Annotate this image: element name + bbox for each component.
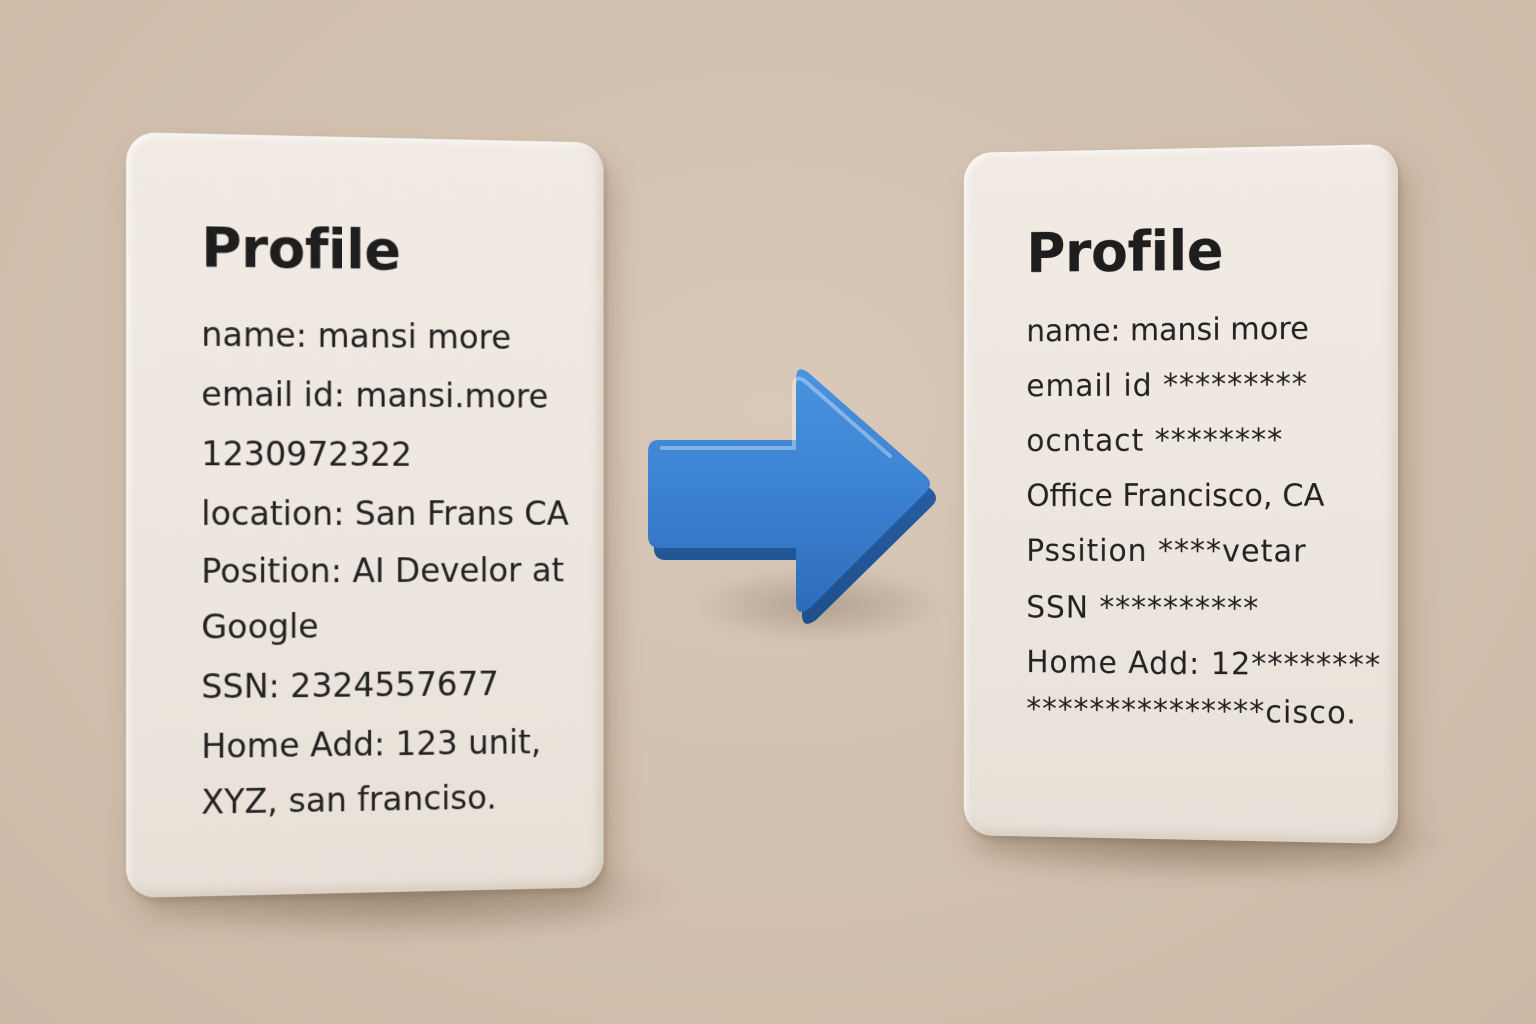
masked-location-field: Office Francisco, CA <box>1026 478 1325 514</box>
masked-home-address-field-cont: ***************cisco. <box>1026 691 1357 732</box>
right-arrow-icon <box>648 369 936 624</box>
original-profile-card: Profile name: mansi more email id: mansi… <box>126 132 604 898</box>
masked-position-field: Pssition ****vetar <box>1026 533 1307 570</box>
original-position-field: Position: AI Develor at <box>201 551 565 592</box>
original-position-field-cont: Google <box>201 606 319 648</box>
original-ssn-field: SSN: 2324557677 <box>201 664 499 708</box>
masked-profile-title: Profile <box>1026 218 1224 286</box>
original-profile-title: Profile <box>201 215 401 283</box>
original-home-address-field: Home Add: 123 unit, <box>201 722 542 767</box>
original-home-address-field-cont: XYZ, san franciso. <box>201 778 497 823</box>
masked-home-address-field: Home Add: 12******** <box>1026 644 1382 684</box>
masked-ssn-field: SSN ********** <box>1026 589 1260 627</box>
scene: Profile name: mansi more email id: mansi… <box>0 0 1536 1024</box>
masked-profile-card: Profile name: mansi more email id ******… <box>963 144 1398 844</box>
masked-contact-field: ocntact ******** <box>1026 422 1284 459</box>
original-contact-field: 1230972322 <box>201 434 412 475</box>
original-location-field: location: San Frans CA <box>201 494 569 534</box>
masked-name-field: name: mansi more <box>1026 310 1309 350</box>
original-name-field: name: mansi more <box>201 314 512 358</box>
original-email-field: email id: mansi.more <box>201 374 549 417</box>
masked-email-field: email id ********* <box>1026 366 1308 404</box>
transform-arrow <box>640 360 940 630</box>
